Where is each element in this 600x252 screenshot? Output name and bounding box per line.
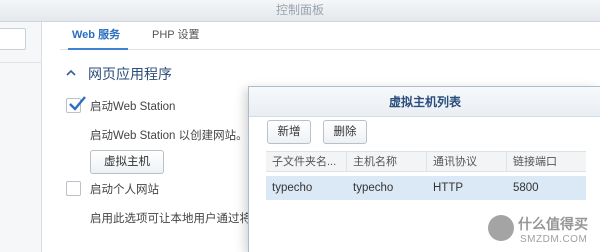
web-station-checkbox[interactable]: [66, 96, 86, 113]
add-button[interactable]: 新增: [267, 120, 311, 144]
sidebar-divider: [0, 62, 42, 63]
table-row[interactable]: typecho typecho HTTP 5800: [266, 176, 586, 200]
column-header-subfolder[interactable]: 子文件夹名...: [266, 152, 347, 172]
checkmark-icon: [69, 96, 86, 111]
cell-port: 5800: [513, 182, 539, 194]
web-station-label: 启动Web Station: [90, 101, 176, 113]
personal-site-label: 启动个人网站: [90, 184, 159, 196]
tab-web-services[interactable]: Web 服务: [72, 22, 120, 50]
watermark-subtext: SMZDM.COM: [520, 234, 588, 245]
column-header-protocol[interactable]: 通讯协议: [427, 152, 507, 172]
active-tab-indicator: [68, 48, 128, 50]
delete-button[interactable]: 删除: [323, 120, 367, 144]
tab-bar: Web 服务 PHP 设置: [60, 22, 600, 50]
column-header-hostname[interactable]: 主机名称: [347, 152, 427, 172]
column-header-port[interactable]: 链接端口: [507, 152, 586, 172]
cell-protocol: HTTP: [433, 182, 464, 194]
window-title: 控制面板: [0, 0, 600, 22]
cell-subfolder: typecho: [272, 182, 313, 194]
sidebar: [0, 22, 42, 252]
section-title: 网页应用程序: [88, 66, 172, 82]
watermark-logo-icon: [488, 215, 514, 241]
personal-site-checkbox[interactable]: [66, 181, 81, 196]
personal-site-description: 启用此选项可让本地用户通过将: [90, 213, 251, 225]
tab-php-settings[interactable]: PHP 设置: [152, 22, 199, 50]
control-panel-window: 控制面板 Web 服务 PHP 设置 网页应用程序 启动Web Station …: [0, 0, 600, 252]
chevron-up-icon[interactable]: [66, 68, 76, 78]
table-header: 子文件夹名... 主机名称 通讯协议 链接端口: [266, 151, 586, 172]
cell-hostname: typecho: [353, 182, 394, 194]
watermark-text: 什么值得买: [518, 216, 588, 232]
virtual-host-button[interactable]: 虚拟主机: [90, 150, 164, 174]
web-station-description: 启动Web Station 以创建网站。: [90, 130, 248, 142]
dialog-title: 虚拟主机列表: [249, 87, 600, 117]
sidebar-search-field[interactable]: [0, 28, 26, 50]
